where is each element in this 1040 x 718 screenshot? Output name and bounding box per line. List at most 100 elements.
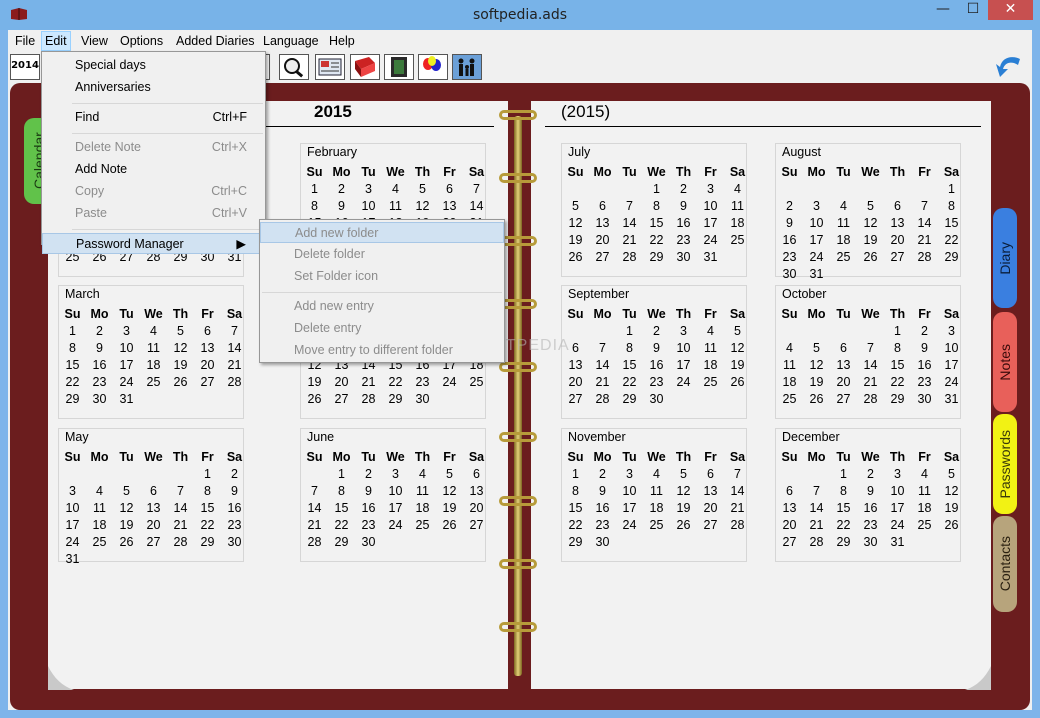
day-cell[interactable]: 26 (803, 391, 830, 408)
day-cell[interactable]: 8 (301, 198, 328, 215)
day-cell[interactable]: 31 (59, 551, 86, 568)
day-cell[interactable]: 1 (643, 181, 670, 198)
day-cell[interactable]: 4 (86, 483, 113, 500)
day-cell[interactable]: 27 (830, 391, 857, 408)
day-cell[interactable]: 10 (670, 340, 697, 357)
day-cell[interactable]: 11 (911, 483, 938, 500)
day-cell[interactable]: 22 (830, 517, 857, 534)
day-cell[interactable]: 19 (724, 357, 751, 374)
day-cell[interactable]: 22 (194, 517, 221, 534)
day-cell[interactable]: 29 (938, 249, 965, 266)
day-cell[interactable]: 13 (194, 340, 221, 357)
day-cell[interactable]: 25 (409, 517, 436, 534)
day-cell[interactable]: 28 (616, 249, 643, 266)
day-cell[interactable]: 27 (884, 249, 911, 266)
day-cell[interactable]: 30 (355, 534, 382, 551)
day-cell[interactable]: 22 (562, 517, 589, 534)
edit-menu-item-copy[interactable]: Copy Ctrl+C (42, 181, 265, 202)
day-cell[interactable]: 14 (857, 357, 884, 374)
day-cell[interactable]: 25 (140, 374, 167, 391)
day-cell[interactable]: 13 (776, 500, 803, 517)
day-cell[interactable]: 4 (724, 181, 751, 198)
day-cell[interactable]: 25 (830, 249, 857, 266)
day-cell[interactable]: 5 (113, 483, 140, 500)
day-cell[interactable]: 19 (803, 374, 830, 391)
day-cell[interactable]: 31 (938, 391, 965, 408)
day-cell[interactable]: 11 (382, 198, 409, 215)
day-cell[interactable]: 30 (221, 534, 248, 551)
day-cell[interactable]: 20 (776, 517, 803, 534)
day-cell[interactable]: 26 (857, 249, 884, 266)
day-cell[interactable]: 20 (562, 374, 589, 391)
day-cell[interactable]: 17 (59, 517, 86, 534)
day-cell[interactable]: 15 (830, 500, 857, 517)
day-cell[interactable]: 28 (589, 391, 616, 408)
day-cell[interactable]: 29 (884, 391, 911, 408)
day-cell[interactable]: 12 (803, 357, 830, 374)
day-cell[interactable]: 2 (670, 181, 697, 198)
day-cell[interactable]: 11 (140, 340, 167, 357)
day-cell[interactable]: 14 (616, 215, 643, 232)
day-cell[interactable]: 2 (221, 466, 248, 483)
day-cell[interactable]: 9 (776, 215, 803, 232)
day-cell[interactable]: 18 (776, 374, 803, 391)
day-cell[interactable]: 20 (589, 232, 616, 249)
day-cell[interactable]: 7 (301, 483, 328, 500)
day-cell[interactable]: 13 (589, 215, 616, 232)
day-cell[interactable]: 7 (857, 340, 884, 357)
day-cell[interactable]: 13 (140, 500, 167, 517)
day-cell[interactable]: 23 (409, 374, 436, 391)
day-cell[interactable]: 23 (355, 517, 382, 534)
day-cell[interactable]: 13 (562, 357, 589, 374)
edit-menu-item-find[interactable]: Find Ctrl+F (42, 107, 265, 128)
day-cell[interactable]: 9 (86, 340, 113, 357)
password-menu-item-set-folder-icon[interactable]: Set Folder icon (260, 266, 504, 287)
day-cell[interactable]: 15 (616, 357, 643, 374)
day-cell[interactable]: 6 (194, 323, 221, 340)
day-cell[interactable]: 8 (938, 198, 965, 215)
day-cell[interactable]: 3 (113, 323, 140, 340)
day-cell[interactable]: 7 (589, 340, 616, 357)
menu-help[interactable]: Help (326, 32, 358, 50)
day-cell[interactable]: 16 (221, 500, 248, 517)
day-cell[interactable]: 12 (857, 215, 884, 232)
day-cell[interactable]: 1 (616, 323, 643, 340)
day-cell[interactable]: 5 (670, 466, 697, 483)
day-cell[interactable]: 21 (857, 374, 884, 391)
day-cell[interactable]: 4 (776, 340, 803, 357)
search-icon[interactable] (279, 54, 309, 80)
day-cell[interactable]: 6 (463, 466, 490, 483)
day-cell[interactable]: 28 (301, 534, 328, 551)
day-cell[interactable]: 18 (86, 517, 113, 534)
day-cell[interactable]: 4 (830, 198, 857, 215)
day-cell[interactable]: 15 (328, 500, 355, 517)
day-cell[interactable]: 6 (830, 340, 857, 357)
day-cell[interactable]: 11 (830, 215, 857, 232)
day-cell[interactable]: 1 (328, 466, 355, 483)
day-cell[interactable]: 12 (167, 340, 194, 357)
day-cell[interactable]: 4 (911, 466, 938, 483)
day-cell[interactable]: 19 (167, 357, 194, 374)
tab-diary[interactable]: Diary (993, 208, 1017, 308)
day-cell[interactable]: 8 (328, 483, 355, 500)
day-cell[interactable]: 12 (409, 198, 436, 215)
day-cell[interactable]: 25 (697, 374, 724, 391)
day-cell[interactable]: 30 (409, 391, 436, 408)
day-cell[interactable]: 29 (382, 391, 409, 408)
day-cell[interactable]: 4 (409, 466, 436, 483)
red-book-icon[interactable] (350, 54, 380, 80)
day-cell[interactable]: 12 (436, 483, 463, 500)
day-cell[interactable]: 15 (884, 357, 911, 374)
day-cell[interactable]: 15 (194, 500, 221, 517)
day-cell[interactable]: 22 (328, 517, 355, 534)
day-cell[interactable]: 15 (59, 357, 86, 374)
day-cell[interactable]: 19 (301, 374, 328, 391)
day-cell[interactable]: 22 (616, 374, 643, 391)
day-cell[interactable]: 16 (857, 500, 884, 517)
day-cell[interactable]: 28 (724, 517, 751, 534)
day-cell[interactable]: 14 (221, 340, 248, 357)
day-cell[interactable]: 15 (562, 500, 589, 517)
edit-menu-item-delete-note[interactable]: Delete Note Ctrl+X (42, 137, 265, 158)
edit-menu-item-password-manager[interactable]: Password Manager ▶ (42, 233, 265, 254)
day-cell[interactable]: 9 (221, 483, 248, 500)
